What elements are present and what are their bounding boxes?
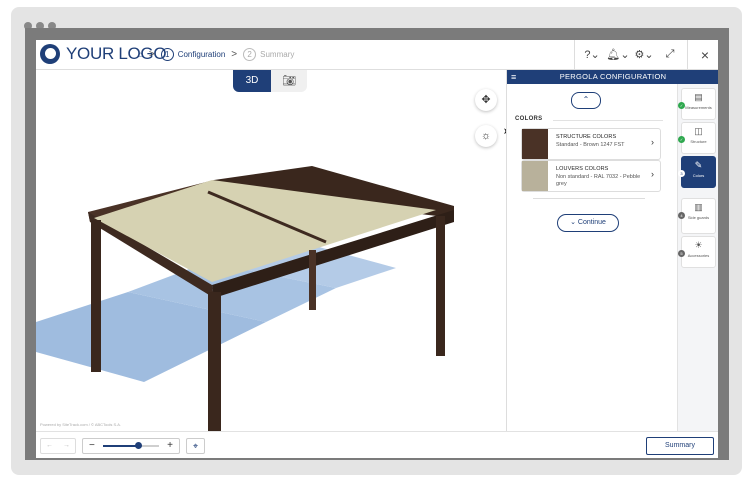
divider: [553, 120, 663, 121]
rail-step-label: Colors: [692, 173, 705, 178]
side-guard-icon: ▥: [694, 202, 703, 212]
zoom-fill: [103, 445, 138, 447]
3d-viewer[interactable]: 3D 📷︎ ✥ ☼ ➤ Powered by SiteTrack.com / ©…: [36, 70, 511, 431]
structure-icon: ◫: [694, 126, 703, 136]
rail-step-label: Structure: [690, 139, 707, 144]
view-mode-toggle: 3D 📷︎: [233, 70, 307, 92]
continue-label: Continue: [577, 219, 606, 226]
powered-by-text: Powered by SiteTrack.com / © ABCTools S.…: [40, 422, 122, 427]
chevron-right-icon: ›: [651, 169, 654, 179]
step-number: 2: [243, 48, 257, 61]
configuration-panel: ≡ PERGOLA CONFIGURATION ⌃ COLORS STRUCTU…: [506, 70, 718, 431]
panel-title: PERGOLA CONFIGURATION: [559, 72, 667, 81]
collapse-button[interactable]: ⌃: [571, 92, 601, 109]
chevron-right-icon: ›: [651, 137, 654, 147]
breadcrumb-separator: >: [148, 49, 155, 60]
step-badge: 5: [678, 250, 685, 257]
option-value: Non standard - RAL 7032 - Pebble grey: [556, 174, 641, 187]
structure-color-swatch: [522, 129, 548, 159]
bell-icon[interactable]: 🔔︎⌄: [605, 48, 631, 61]
undo-icon[interactable]: ←: [41, 439, 58, 453]
redo-icon[interactable]: →: [58, 439, 75, 453]
option-label: STRUCTURE COLORS: [556, 134, 617, 140]
zoom-slider[interactable]: [103, 442, 159, 449]
rotate-icon[interactable]: ✥: [475, 89, 497, 111]
continue-button[interactable]: ⌄ Continue: [557, 214, 619, 232]
zoom-control: − +: [82, 438, 180, 454]
mode-3d-button[interactable]: 3D: [233, 70, 271, 92]
recenter-icon[interactable]: ⌖: [186, 438, 205, 454]
sun-icon[interactable]: ☼: [475, 125, 497, 147]
step-number: 1: [160, 48, 174, 61]
divider: [574, 40, 575, 69]
top-header: YOUR LOGO ⌂ > 1 Configuration > 2 Summary …: [36, 40, 718, 70]
rail-step-structure[interactable]: ◫ Structure ✓: [678, 122, 716, 154]
configurator-app: YOUR LOGO ⌂ > 1 Configuration > 2 Summary …: [36, 40, 718, 458]
zoom-in-button[interactable]: +: [167, 439, 173, 452]
pergola-render[interactable]: [36, 70, 506, 431]
rail-step-label: Measurements: [685, 105, 712, 110]
check-icon: ✓: [678, 136, 685, 143]
expand-icon[interactable]: ⤢: [657, 48, 683, 61]
option-label: LOUVERS COLORS: [556, 166, 609, 172]
divider: [533, 198, 645, 199]
step-badge: 4: [678, 212, 685, 219]
header-actions: ?⌄ 🔔︎⌄ ⚙⌄ ⤢ ×: [570, 40, 718, 69]
check-icon: ✓: [678, 102, 685, 109]
steps-rail: ▤ Measurements ✓ ◫ Structure ✓ ✎ Colors …: [677, 84, 718, 431]
rail-step-colors[interactable]: ✎ Colors 3: [678, 156, 716, 188]
section-title: COLORS: [515, 116, 543, 122]
louvers-color-swatch: [522, 161, 548, 191]
chevron-down-icon: ⌄: [570, 219, 578, 226]
rail-step-label: Accessories: [687, 253, 710, 258]
menu-icon[interactable]: ≡: [511, 70, 517, 84]
breadcrumb-step-configuration[interactable]: 1 Configuration: [160, 48, 226, 61]
option-value: Standard - Brown 1247 FST: [556, 142, 625, 148]
home-icon[interactable]: ⌂: [138, 50, 143, 59]
gear-icon[interactable]: ⚙⌄: [631, 48, 657, 61]
rail-step-side-guards[interactable]: ▥ Side guards 4: [678, 198, 716, 234]
summary-button[interactable]: Summary: [646, 437, 714, 455]
structure-colors-option[interactable]: STRUCTURE COLORS Standard - Brown 1247 F…: [521, 128, 661, 160]
undo-redo-group: ← →: [40, 438, 76, 454]
rail-step-measurements[interactable]: ▤ Measurements ✓: [678, 88, 716, 120]
rail-step-label: Side guards: [687, 215, 710, 220]
step-label: Configuration: [177, 50, 226, 59]
lightbulb-icon: ☀: [694, 240, 703, 250]
step-label: Summary: [260, 50, 295, 59]
zoom-slider-handle[interactable]: [134, 442, 142, 449]
camera-icon[interactable]: 📷︎: [271, 70, 307, 92]
ruler-icon: ▤: [694, 92, 703, 102]
close-icon[interactable]: ×: [692, 47, 718, 63]
rail-step-accessories[interactable]: ☀ Accessories 5: [678, 236, 716, 268]
step-badge: 3: [678, 170, 685, 177]
zoom-out-button[interactable]: −: [89, 439, 95, 452]
breadcrumb-separator: >: [231, 49, 238, 60]
bottom-toolbar: ← → − + ⌖ Summary: [36, 431, 718, 458]
divider: [687, 40, 688, 69]
logo-mark-icon: [40, 44, 60, 64]
panel-header: ≡ PERGOLA CONFIGURATION: [507, 70, 718, 84]
breadcrumb-step-summary[interactable]: 2 Summary: [243, 48, 294, 61]
louvers-colors-option[interactable]: LOUVERS COLORS Non standard - RAL 7032 -…: [521, 160, 661, 192]
breadcrumb: ⌂ > 1 Configuration > 2 Summary: [138, 48, 294, 61]
help-icon[interactable]: ?⌄: [579, 48, 605, 61]
paint-icon: ✎: [694, 160, 703, 170]
